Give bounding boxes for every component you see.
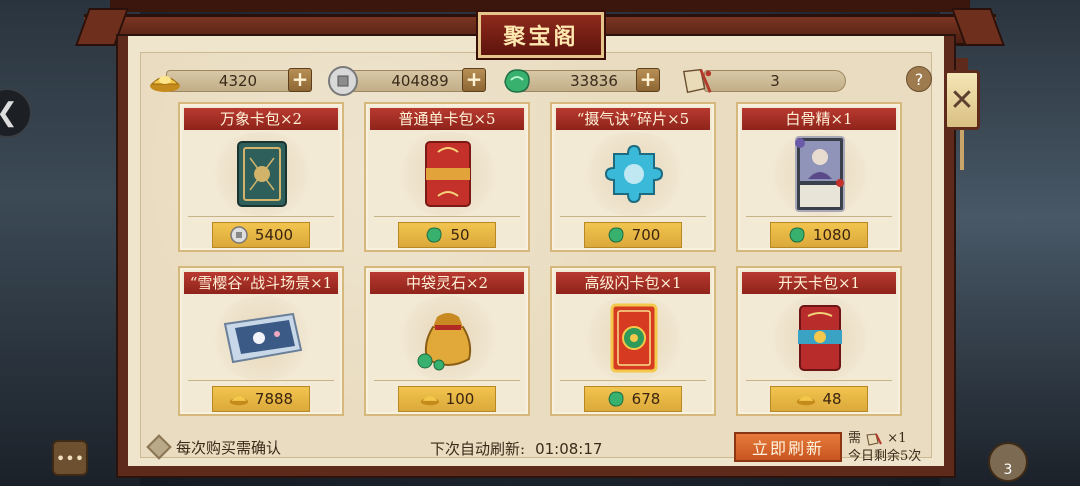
item-name: 高级闪卡包×1 xyxy=(556,272,710,294)
refresh-remaining: 今日剩余5次 xyxy=(848,449,922,464)
gold-ingot-icon xyxy=(420,390,440,408)
currency-refresh-token: 3 xyxy=(680,68,850,94)
card-divider xyxy=(374,380,520,381)
add-jade-button[interactable]: + xyxy=(636,68,660,92)
battle-scene-icon xyxy=(218,300,306,376)
checkbox-diamond-icon[interactable] xyxy=(146,434,172,460)
purchase-confirm-label: 每次购买需确认 xyxy=(176,438,282,457)
refresh-cost-prefix: 需 xyxy=(848,431,862,446)
next-refresh-time: 01:08:17 xyxy=(535,440,603,458)
shop-item-card[interactable]: “雪樱谷”战斗场景×1 7888 xyxy=(178,266,344,416)
buy-button[interactable]: 48 xyxy=(770,386,868,412)
item-price: 1080 xyxy=(812,226,852,244)
silver-coin-icon xyxy=(229,226,249,244)
card-divider xyxy=(560,216,706,217)
currency-gold: 4320 + xyxy=(148,68,314,94)
refresh-token-icon xyxy=(865,432,883,446)
refresh-cost-line: 需 ×1 xyxy=(848,430,942,448)
jade-stone-icon xyxy=(424,226,444,244)
bag-count: 3 xyxy=(1003,462,1013,478)
buy-button[interactable]: 7888 xyxy=(212,386,310,412)
shop-item-card[interactable]: 中袋灵石×2 100 xyxy=(364,266,530,416)
item-name: 白骨精×1 xyxy=(742,108,896,130)
buy-button[interactable]: 5400 xyxy=(212,222,310,248)
puzzle-piece-icon xyxy=(590,136,678,212)
item-name: 普通单卡包×5 xyxy=(370,108,524,130)
shop-item-card[interactable]: 普通单卡包×5 50 xyxy=(364,102,530,252)
next-refresh-label: 下次自动刷新: xyxy=(430,440,526,458)
chat-icon[interactable]: ••• xyxy=(52,440,88,476)
item-name: 中袋灵石×2 xyxy=(370,272,524,294)
jade-stone-icon xyxy=(606,390,626,408)
lantern-tassel xyxy=(960,130,964,170)
spirit-stone-bag-icon xyxy=(404,300,492,376)
refresh-cost-suffix: ×1 xyxy=(887,431,907,446)
card-pack-icon xyxy=(218,136,306,212)
item-name: “雪樱谷”战斗场景×1 xyxy=(184,272,338,294)
jade-stone-icon xyxy=(787,226,807,244)
item-price: 50 xyxy=(450,226,470,244)
flash-card-pack-icon xyxy=(590,300,678,376)
roof-ridge xyxy=(110,0,970,12)
card-divider xyxy=(188,380,334,381)
card-divider xyxy=(560,380,706,381)
add-silver-button[interactable]: + xyxy=(462,68,486,92)
silver-coin-icon xyxy=(326,64,360,98)
item-price: 700 xyxy=(631,226,661,244)
card-divider xyxy=(374,216,520,217)
add-gold-button[interactable]: + xyxy=(288,68,312,92)
item-name: 开天卡包×1 xyxy=(742,272,896,294)
item-price: 48 xyxy=(822,390,842,408)
card-divider xyxy=(746,216,892,217)
item-price: 5400 xyxy=(254,226,294,244)
close-icon: ✕ xyxy=(944,70,980,130)
shop-title: 聚宝阁 xyxy=(478,12,604,58)
currency-silver: 404889 + xyxy=(326,66,492,96)
refresh-cost-note: 需 ×1 今日剩余5次 xyxy=(848,430,942,470)
buy-button[interactable]: 50 xyxy=(398,222,496,248)
buy-button[interactable]: 100 xyxy=(398,386,496,412)
character-card-icon xyxy=(776,136,864,212)
item-name: “摄气诀”碎片×5 xyxy=(556,108,710,130)
next-refresh: 下次自动刷新: 01:08:17 xyxy=(430,438,602,459)
shop-item-card[interactable]: “摄气诀”碎片×5 700 xyxy=(550,102,716,252)
help-button[interactable]: ? xyxy=(906,66,932,92)
shop-item-card[interactable]: 万象卡包×2 5400 xyxy=(178,102,344,252)
buy-button[interactable]: 678 xyxy=(584,386,682,412)
bag-button[interactable]: 3 xyxy=(988,442,1028,482)
card-pack-icon xyxy=(776,300,864,376)
item-price: 7888 xyxy=(254,390,294,408)
currency-gold-value: 4320 xyxy=(218,72,258,90)
refresh-token-icon xyxy=(680,64,714,98)
refresh-now-button[interactable]: 立即刷新 xyxy=(734,432,842,462)
shop-item-card[interactable]: 高级闪卡包×1 678 xyxy=(550,266,716,416)
shop-item-card[interactable]: 开天卡包×1 48 xyxy=(736,266,902,416)
gold-ingot-icon xyxy=(229,390,249,408)
item-price: 100 xyxy=(445,390,475,408)
card-pack-icon xyxy=(404,136,492,212)
card-divider xyxy=(746,380,892,381)
jade-stone-icon xyxy=(606,226,626,244)
item-name: 万象卡包×2 xyxy=(184,108,338,130)
gold-ingot-icon xyxy=(148,64,182,98)
item-price: 678 xyxy=(631,390,661,408)
gold-ingot-icon xyxy=(796,390,816,408)
currency-refresh-token-value: 3 xyxy=(770,72,780,90)
buy-button[interactable]: 1080 xyxy=(770,222,868,248)
close-button[interactable]: ✕ xyxy=(940,58,984,176)
card-divider xyxy=(188,216,334,217)
shop-item-card[interactable]: 白骨精×1 1080 xyxy=(736,102,902,252)
buy-button[interactable]: 700 xyxy=(584,222,682,248)
purchase-confirm-toggle[interactable]: 每次购买需确认 xyxy=(146,434,282,460)
jade-stone-icon xyxy=(500,64,534,98)
currency-jade: 33836 + xyxy=(500,68,666,94)
